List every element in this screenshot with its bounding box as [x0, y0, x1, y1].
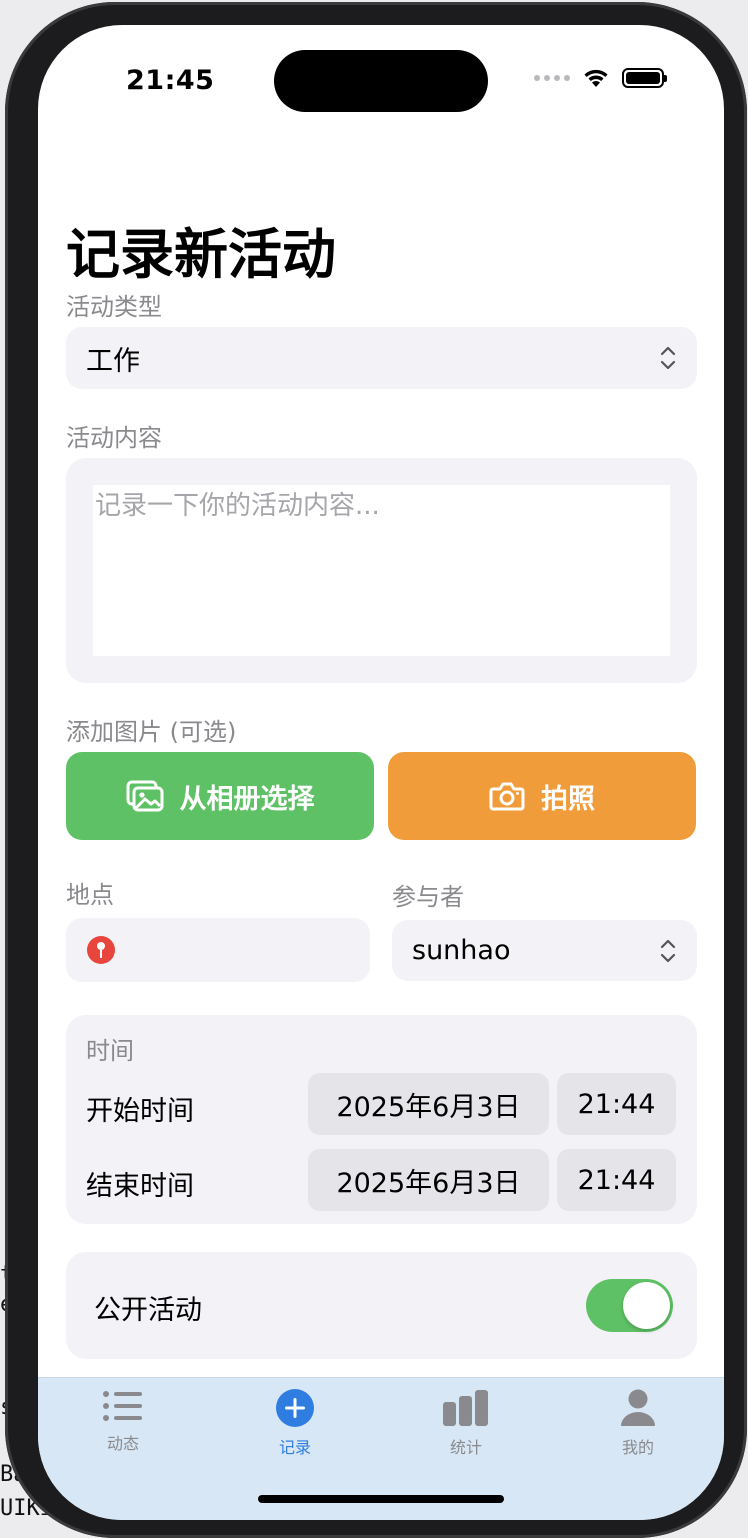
cellular-signal-icon	[534, 75, 570, 81]
tab-record[interactable]: 记录	[235, 1388, 355, 1458]
end-date-picker[interactable]: 2025年6月3日	[308, 1149, 549, 1211]
public-activity-toggle[interactable]	[586, 1279, 673, 1332]
tab-label: 动态	[106, 1434, 139, 1453]
location-field[interactable]	[66, 918, 370, 982]
map-pin-icon	[87, 936, 115, 964]
status-icons	[534, 67, 667, 89]
person-icon	[621, 1389, 655, 1426]
chart-bar-icon	[443, 1390, 488, 1426]
page-title: 记录新活动	[66, 223, 336, 286]
plus-circle-icon	[276, 1389, 314, 1427]
list-icon	[103, 1391, 142, 1421]
activity-content-input[interactable]	[93, 485, 670, 656]
location-label: 地点	[66, 881, 114, 909]
toggle-knob	[623, 1282, 670, 1329]
take-photo-label: 拍照	[541, 783, 595, 815]
start-time-label: 开始时间	[86, 1096, 194, 1127]
tab-label: 记录	[278, 1438, 311, 1457]
choose-from-album-label: 从相册选择	[179, 783, 315, 815]
start-date-picker[interactable]: 2025年6月3日	[308, 1073, 549, 1135]
time-section-label: 时间	[86, 1037, 134, 1065]
chevron-up-down-icon	[660, 346, 676, 370]
public-activity-label: 公开活动	[94, 1295, 202, 1326]
wifi-icon	[584, 69, 608, 87]
phone-frame: 21:45 记录新活动 活动类型 工作 活动内容 添加图片	[5, 2, 747, 1538]
activity-type-picker[interactable]: 工作	[66, 327, 697, 389]
choose-from-album-button[interactable]: 从相册选择	[66, 752, 374, 840]
end-time-label: 结束时间	[86, 1171, 194, 1202]
activity-type-label: 活动类型	[66, 293, 162, 321]
status-time: 21:45	[126, 65, 215, 96]
end-time-picker[interactable]: 21:44	[557, 1149, 676, 1211]
tab-feed[interactable]: 动态	[63, 1388, 183, 1454]
activity-type-value: 工作	[86, 345, 140, 377]
photo-stack-icon	[126, 780, 163, 812]
chevron-up-down-icon	[660, 939, 676, 962]
add-images-label: 添加图片 (可选)	[66, 718, 237, 746]
tab-stats[interactable]: 统计	[406, 1388, 526, 1458]
activity-content-label: 活动内容	[66, 424, 162, 452]
battery-icon	[622, 68, 667, 88]
participants-value: sunhao	[412, 935, 511, 966]
start-time-picker[interactable]: 21:44	[557, 1073, 676, 1135]
participants-label: 参与者	[392, 883, 464, 911]
participants-picker[interactable]: sunhao	[392, 920, 697, 981]
take-photo-button[interactable]: 拍照	[388, 752, 696, 840]
tab-label: 我的	[621, 1438, 654, 1457]
camera-icon	[489, 782, 525, 811]
tab-label: 统计	[449, 1438, 482, 1457]
home-indicator[interactable]	[258, 1495, 504, 1503]
activity-content-card	[66, 458, 697, 683]
tab-profile[interactable]: 我的	[578, 1388, 698, 1458]
public-activity-row: 公开活动	[66, 1252, 697, 1359]
dynamic-island	[274, 50, 488, 112]
phone-screen: 21:45 记录新活动 活动类型 工作 活动内容 添加图片	[38, 25, 724, 1520]
time-section: 时间 开始时间 2025年6月3日 21:44 结束时间 2025年6月3日 2…	[66, 1015, 697, 1224]
